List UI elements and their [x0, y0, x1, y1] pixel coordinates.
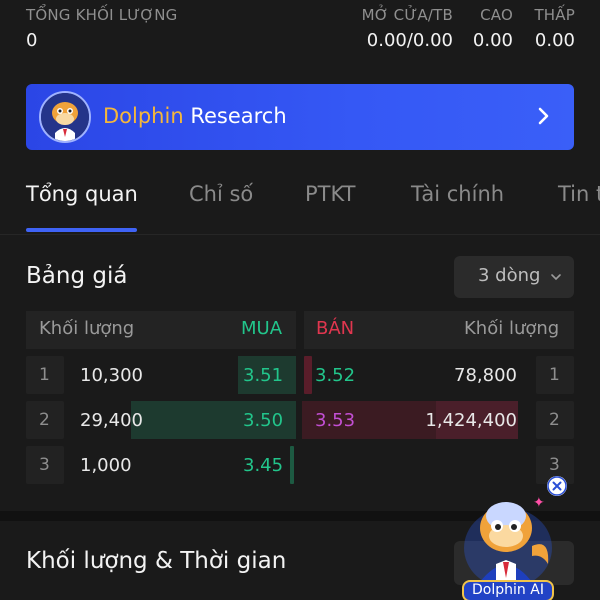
- buy-volume: 10,300: [80, 365, 143, 386]
- high-label: CAO: [480, 6, 513, 24]
- buy-volume: 29,400: [80, 410, 143, 431]
- sell-price[interactable]: 3.53: [315, 410, 355, 431]
- sell-volume: 78,800: [454, 365, 517, 386]
- dolphin-ai-label[interactable]: Dolphin AI: [462, 580, 554, 600]
- tabs-divider: [0, 234, 600, 235]
- rows-count-dropdown[interactable]: 3 dòng: [454, 256, 574, 298]
- banner-title: Dolphin Research: [103, 104, 287, 128]
- chevron-right-icon: [538, 107, 549, 125]
- low-label: THẤP: [534, 6, 575, 24]
- rows-count-value: 3 dòng: [478, 265, 541, 286]
- total-volume-value: 0: [26, 30, 38, 51]
- dolphin-mascot-icon: [39, 91, 91, 143]
- sell-depth-bar-1: [304, 356, 312, 394]
- row-index: 1: [549, 365, 560, 385]
- row-index: 1: [39, 365, 50, 385]
- chevron-down-icon: [551, 274, 561, 281]
- buy-price[interactable]: 3.51: [243, 365, 283, 386]
- tab-financials[interactable]: Tài chính: [411, 182, 504, 206]
- stock-detail-screen: TỔNG KHỐI LƯỢNG 0 MỞ CỬA/TB 0.00/0.00 CA…: [0, 0, 600, 600]
- open-avg-value: 0.00/0.00: [366, 30, 453, 51]
- tab-news[interactable]: Tin t: [558, 182, 600, 206]
- banner-title-rest: Research: [190, 104, 287, 128]
- tab-overview[interactable]: Tổng quan: [26, 182, 138, 206]
- banner-brand: Dolphin: [103, 104, 184, 128]
- sparkle-icon: ✦: [533, 495, 545, 511]
- low-value: 0.00: [534, 30, 575, 51]
- sell-volume: 1,424,400: [425, 410, 517, 431]
- active-tab-indicator: [26, 228, 137, 232]
- high-value: 0.00: [472, 30, 513, 51]
- price-board-title: Bảng giá: [26, 263, 128, 289]
- buy-header: MUA: [241, 318, 283, 339]
- row-index: 2: [39, 410, 50, 430]
- total-volume-label: TỔNG KHỐI LƯỢNG: [26, 6, 178, 24]
- sell-price[interactable]: 3.52: [315, 365, 355, 386]
- tab-indices[interactable]: Chỉ số: [189, 182, 253, 206]
- row-index: 3: [39, 455, 50, 475]
- buy-volume: 1,000: [80, 455, 132, 476]
- volume-time-title: Khối lượng & Thời gian: [26, 548, 287, 574]
- tab-technical-analysis[interactable]: PTKT: [305, 182, 355, 206]
- dolphin-research-banner[interactable]: Dolphin Research: [26, 84, 574, 150]
- close-icon[interactable]: [547, 476, 567, 496]
- open-avg-label: MỞ CỬA/TB: [361, 6, 453, 24]
- buy-depth-bar-3: [290, 446, 294, 484]
- sell-volume-header: Khối lượng: [464, 318, 560, 339]
- sell-header: BÁN: [316, 318, 355, 339]
- row-index: 3: [549, 455, 560, 475]
- row-index: 2: [549, 410, 560, 430]
- buy-price[interactable]: 3.45: [243, 455, 283, 476]
- buy-price[interactable]: 3.50: [243, 410, 283, 431]
- buy-volume-header: Khối lượng: [39, 318, 135, 339]
